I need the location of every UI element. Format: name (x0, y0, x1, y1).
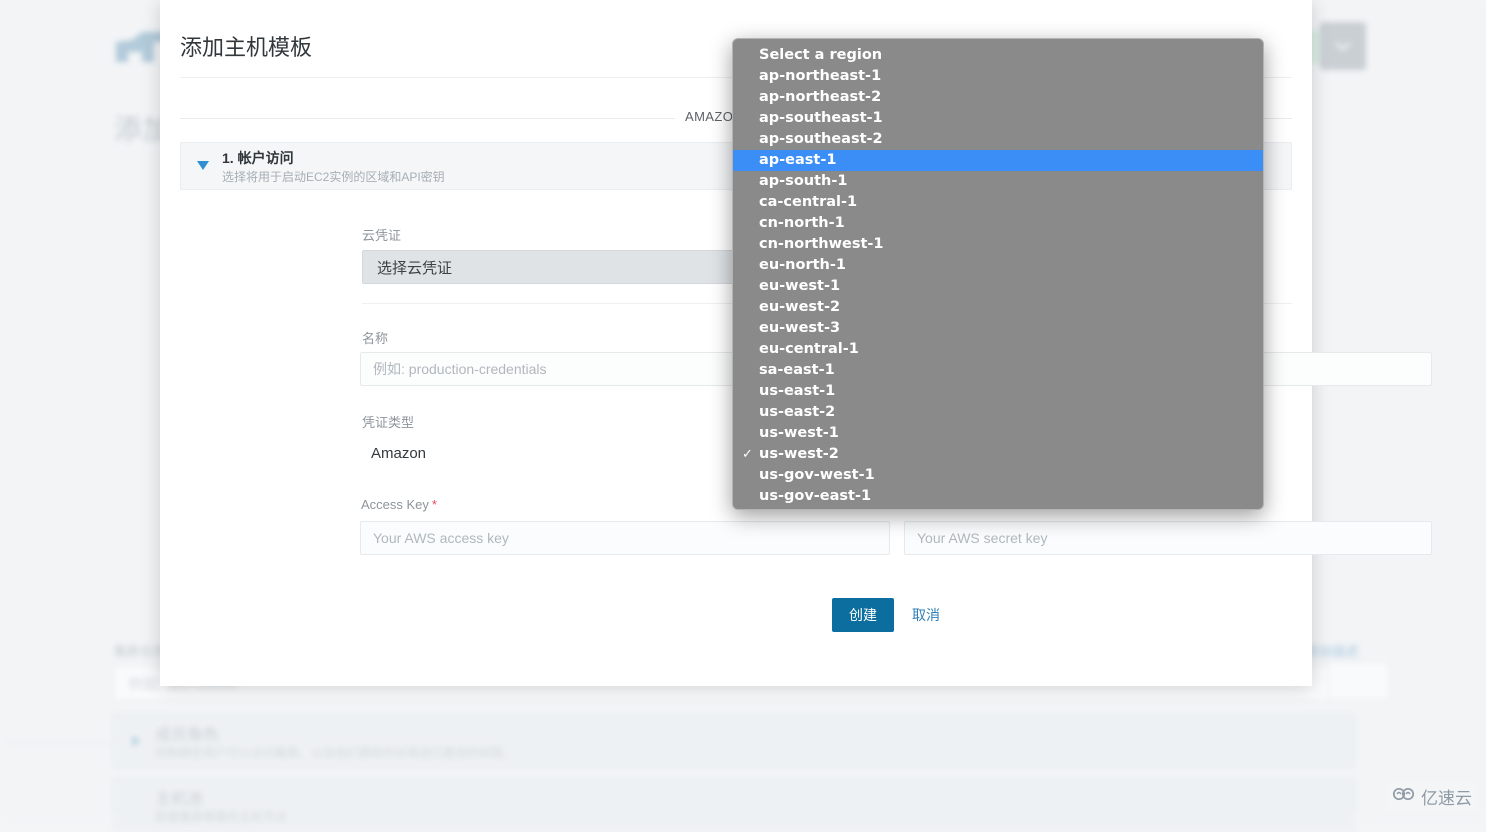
region-option-label: eu-central-1 (759, 341, 859, 357)
region-option-label: us-east-2 (759, 404, 835, 420)
region-option-label: Select a region (759, 47, 882, 63)
name-label: 名称 (362, 328, 388, 347)
region-option[interactable]: ✓ us-west-2 (733, 444, 1263, 465)
region-option-label: eu-west-3 (759, 320, 840, 336)
region-option[interactable]: ap-south-1 (733, 171, 1263, 192)
region-option[interactable]: Select a region (733, 45, 1263, 66)
region-option-label: ap-east-1 (759, 152, 836, 168)
background-top-dropdown-button[interactable] (1320, 22, 1366, 70)
background-add-description-link[interactable]: 添加描述 (1306, 641, 1358, 660)
region-option-label: sa-east-1 (759, 362, 835, 378)
triangle-right-icon (132, 735, 141, 747)
credential-type-label: 凭证类型 (362, 412, 414, 431)
region-option[interactable]: cn-northwest-1 (733, 234, 1263, 255)
region-option-label: us-gov-west-1 (759, 467, 875, 483)
credential-type-value: Amazon (371, 445, 426, 462)
watermark-text: 亿速云 (1421, 784, 1472, 809)
region-option[interactable]: eu-north-1 (733, 255, 1263, 276)
background-accordion-subtitle: 配置集群需要的主机节点 (155, 808, 287, 825)
create-button[interactable]: 创建 (832, 598, 894, 632)
region-option[interactable]: eu-west-3 (733, 318, 1263, 339)
region-option-label: ap-northeast-1 (759, 68, 881, 84)
background-right-box (1328, 661, 1390, 701)
region-option[interactable]: ca-central-1 (733, 192, 1263, 213)
region-option[interactable]: eu-west-1 (733, 276, 1263, 297)
page-title: 添加主机模板 (180, 30, 312, 62)
region-option[interactable]: ap-northeast-1 (733, 66, 1263, 87)
region-option[interactable]: ap-east-1 (733, 150, 1263, 171)
region-option-label: ap-southeast-1 (759, 110, 883, 126)
region-option[interactable]: eu-west-2 (733, 297, 1263, 318)
region-option-label: us-west-2 (759, 446, 839, 462)
region-option-label: eu-west-2 (759, 299, 840, 315)
region-option-label: ap-southeast-2 (759, 131, 883, 147)
cloud-credential-select[interactable]: 选择云凭证 (362, 250, 782, 284)
region-select-dropdown[interactable]: Select a region ap-northeast-1 ap-northeas… (732, 38, 1264, 510)
region-option-label: cn-northwest-1 (759, 236, 884, 252)
region-option[interactable]: us-west-1 (733, 423, 1263, 444)
region-option-label: us-east-1 (759, 383, 835, 399)
background-cluster-name-label: 集群名称 (114, 641, 166, 660)
region-option-label: ap-south-1 (759, 173, 847, 189)
region-option[interactable]: ap-southeast-2 (733, 129, 1263, 150)
secret-key-input[interactable]: Your AWS secret key (904, 521, 1432, 555)
region-option[interactable]: us-gov-west-1 (733, 465, 1263, 486)
region-option[interactable]: ap-southeast-1 (733, 108, 1263, 129)
access-key-input[interactable]: Your AWS access key (360, 521, 890, 555)
cloud-credential-value: 选择云凭证 (377, 257, 452, 278)
region-option-label: ca-central-1 (759, 194, 857, 210)
required-star: * (432, 497, 437, 512)
region-option-label: ap-northeast-2 (759, 89, 881, 105)
region-option[interactable]: us-gov-east-1 (733, 486, 1263, 507)
cloud-credential-label: 云凭证 (362, 225, 401, 244)
cloud-logo-icon (1392, 786, 1416, 807)
region-option-label: cn-north-1 (759, 215, 845, 231)
background-accordion-host-pool[interactable] (113, 778, 1355, 832)
region-option[interactable]: us-east-1 (733, 381, 1263, 402)
region-option[interactable]: ap-northeast-2 (733, 87, 1263, 108)
cancel-button[interactable]: 取消 (912, 605, 940, 625)
region-option[interactable]: cn-north-1 (733, 213, 1263, 234)
background-accordion-subtitle: 控制哪些用户可以访问集群，以及他们拥有的对其进行更改的权限。 (155, 744, 515, 761)
region-option[interactable]: us-east-2 (733, 402, 1263, 423)
checkmark-icon: ✓ (742, 444, 753, 465)
triangle-down-icon (197, 161, 209, 170)
background-accordion-title: 成员角色 (155, 721, 219, 745)
section-title: 1. 帐户访问 (222, 148, 294, 168)
chevron-down-icon (1334, 40, 1352, 52)
region-option[interactable]: sa-east-1 (733, 360, 1263, 381)
access-key-label-text: Access Key (361, 497, 429, 512)
region-option-label: eu-west-1 (759, 278, 840, 294)
watermark: 亿速云 (1386, 781, 1478, 812)
background-accordion-title: 主机池 (155, 785, 203, 809)
section-subtitle: 选择将用于启动EC2实例的区域和API密钥 (222, 168, 445, 185)
region-option-label: us-west-1 (759, 425, 839, 441)
region-option-label: eu-north-1 (759, 257, 846, 273)
region-option[interactable]: eu-central-1 (733, 339, 1263, 360)
access-key-label: Access Key* (361, 497, 437, 512)
region-option-label: us-gov-east-1 (759, 488, 871, 504)
